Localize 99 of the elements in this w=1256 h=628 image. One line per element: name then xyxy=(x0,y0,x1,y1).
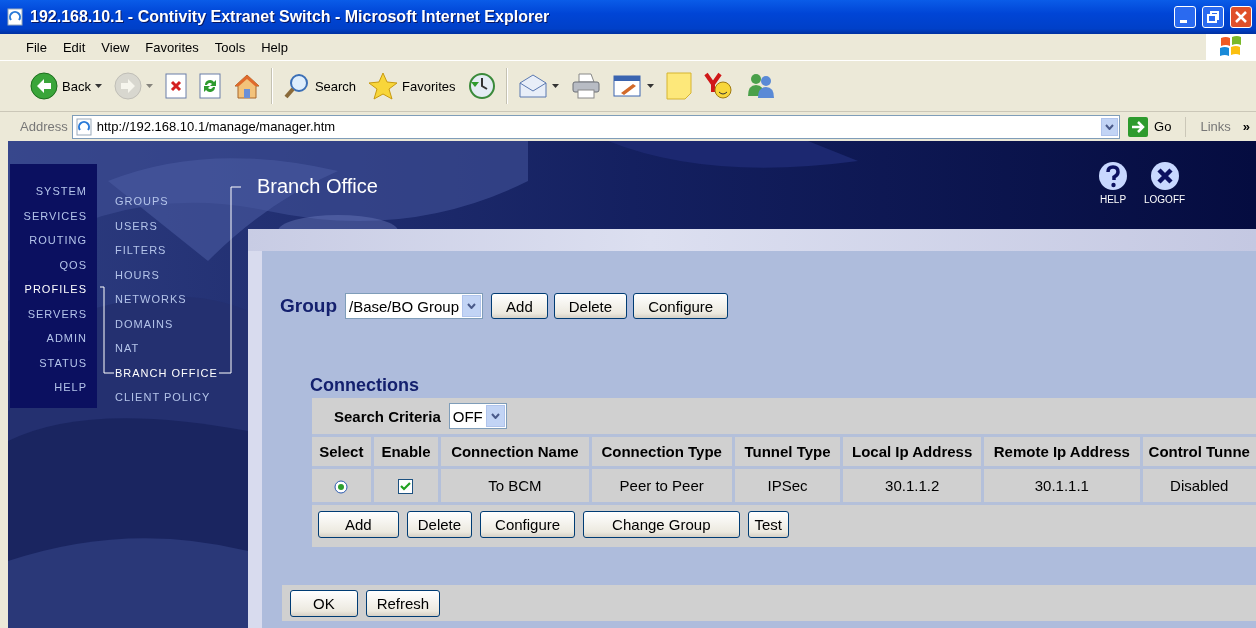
menu-item[interactable]: Favorites xyxy=(137,39,207,55)
search-label: Search Criteria xyxy=(334,407,441,425)
nav-item[interactable]: USERS xyxy=(115,213,218,238)
column-header: Local Ip Address xyxy=(843,434,985,466)
restore-icon xyxy=(1206,10,1220,24)
address-field[interactable]: http://192.168.10.1/manage/manager.htm xyxy=(71,114,1121,139)
checkbox[interactable] xyxy=(398,479,414,495)
menu-item[interactable]: Help xyxy=(253,39,296,55)
column-header: Remote Ip Address xyxy=(984,434,1143,466)
chevron-down-icon xyxy=(490,413,500,419)
connection-action-button[interactable]: Change Group xyxy=(583,511,740,538)
column-header: Connection Type xyxy=(591,434,735,466)
nav-item[interactable]: SERVICES xyxy=(23,203,97,228)
minimize-icon xyxy=(1180,19,1187,23)
search-button[interactable]: Search xyxy=(278,70,361,102)
envelope-icon xyxy=(517,73,548,99)
table-cell: 30.1.1.1 xyxy=(984,466,1143,502)
search-icon xyxy=(282,72,311,100)
caret-icon xyxy=(94,84,102,88)
logoff-button[interactable]: LOGOFF xyxy=(1144,161,1186,205)
nav-item[interactable]: DOMAINS xyxy=(115,311,218,336)
group-action-button[interactable]: Add xyxy=(491,293,548,319)
column-header: Select xyxy=(312,434,374,466)
edit-window-icon xyxy=(612,73,643,99)
group-action-button[interactable]: Delete xyxy=(553,293,628,319)
column-header: Connection Name xyxy=(441,434,592,466)
group-select[interactable]: /Base/BO Group xyxy=(345,293,484,319)
back-button[interactable]: Back xyxy=(26,70,106,102)
column-header: Tunnel Type xyxy=(734,434,844,466)
go-button[interactable]: Go xyxy=(1124,116,1187,137)
address-label: Address xyxy=(20,119,68,134)
caret-icon xyxy=(646,84,654,88)
window-title: 192.168.10.1 - Contivity Extranet Switch - Microsoft Internet Explorer xyxy=(30,8,551,26)
nav-item[interactable]: ROUTING xyxy=(29,228,97,253)
page-icon xyxy=(74,117,93,136)
connection-action-button[interactable]: Add xyxy=(318,511,399,538)
table-cell: IPSec xyxy=(734,466,844,502)
nav-item[interactable]: FILTERS xyxy=(115,238,218,263)
clock-icon xyxy=(467,72,496,100)
arrow-right-icon xyxy=(113,72,142,100)
people-icon xyxy=(745,72,776,100)
nav-item[interactable]: QOS xyxy=(59,252,97,277)
help-icon xyxy=(1098,161,1128,191)
star-icon xyxy=(368,72,399,100)
table-cell: To BCM xyxy=(441,466,592,502)
nav-item[interactable]: HELP xyxy=(54,375,97,400)
nav-item[interactable]: NETWORKS xyxy=(115,287,218,312)
nav-item[interactable]: STATUS xyxy=(39,350,97,375)
page-title: Branch Office xyxy=(257,175,378,198)
sticky-note-icon xyxy=(665,72,692,100)
restore-button[interactable] xyxy=(1202,6,1224,28)
group-label: Group xyxy=(280,295,337,317)
page-icon xyxy=(6,8,24,26)
connection-action-button[interactable]: Configure xyxy=(480,511,576,538)
minimize-button[interactable] xyxy=(1174,6,1196,28)
group-action-button[interactable]: Configure xyxy=(633,293,729,319)
nav-item[interactable]: HOURS xyxy=(115,262,218,287)
nav-item[interactable]: GROUPS xyxy=(115,189,218,214)
table-cell: Peer to Peer xyxy=(591,466,735,502)
chevron-down-icon xyxy=(1105,123,1115,130)
page-x-icon xyxy=(164,73,187,99)
close-button[interactable] xyxy=(1230,6,1252,28)
caret-icon xyxy=(551,84,559,88)
close-icon xyxy=(1149,161,1180,191)
windows-logo-icon xyxy=(1219,36,1243,58)
menu-item[interactable]: View xyxy=(93,39,138,55)
arrow-left-icon xyxy=(30,72,58,100)
connection-action-button[interactable]: Delete xyxy=(406,511,473,538)
nav-item[interactable]: CLIENT POLICY xyxy=(115,385,218,410)
close-icon xyxy=(1234,10,1248,24)
smiley-icon xyxy=(703,72,734,100)
section-title: Connections xyxy=(310,375,420,396)
menu-item[interactable]: Edit xyxy=(54,39,94,55)
chevron-down-icon xyxy=(467,303,477,309)
more-chevron[interactable]: » xyxy=(1242,119,1250,134)
caret-icon xyxy=(145,84,153,88)
footer-button[interactable]: OK xyxy=(290,589,358,617)
menu-item[interactable]: Tools xyxy=(206,39,254,55)
connection-action-button[interactable]: Test xyxy=(747,511,790,538)
help-button[interactable]: HELP xyxy=(1098,161,1128,205)
links-label[interactable]: Links xyxy=(1200,119,1231,134)
nav-item[interactable]: BRANCH OFFICE xyxy=(115,360,218,385)
arrow-right-icon xyxy=(1128,116,1149,137)
menu-item[interactable]: File xyxy=(18,39,55,55)
nav-item[interactable]: NAT xyxy=(115,336,218,361)
nav-item[interactable]: ADMIN xyxy=(46,326,97,351)
nav-item[interactable]: SERVERS xyxy=(27,301,97,326)
table-cell: 30.1.1.2 xyxy=(843,466,985,502)
search-criteria-select[interactable]: OFF xyxy=(448,403,507,429)
column-header: Enable xyxy=(373,434,442,466)
refresh-icon xyxy=(198,73,221,99)
printer-icon xyxy=(570,72,601,100)
favorites-button[interactable]: Favorites xyxy=(364,70,460,102)
dropdown-button[interactable] xyxy=(1101,117,1119,136)
radio-button[interactable] xyxy=(334,480,349,494)
home-icon xyxy=(232,72,261,100)
footer-button[interactable]: Refresh xyxy=(365,589,441,617)
nav-item[interactable]: PROFILES xyxy=(24,277,97,302)
nav-item[interactable]: SYSTEM xyxy=(35,179,97,204)
